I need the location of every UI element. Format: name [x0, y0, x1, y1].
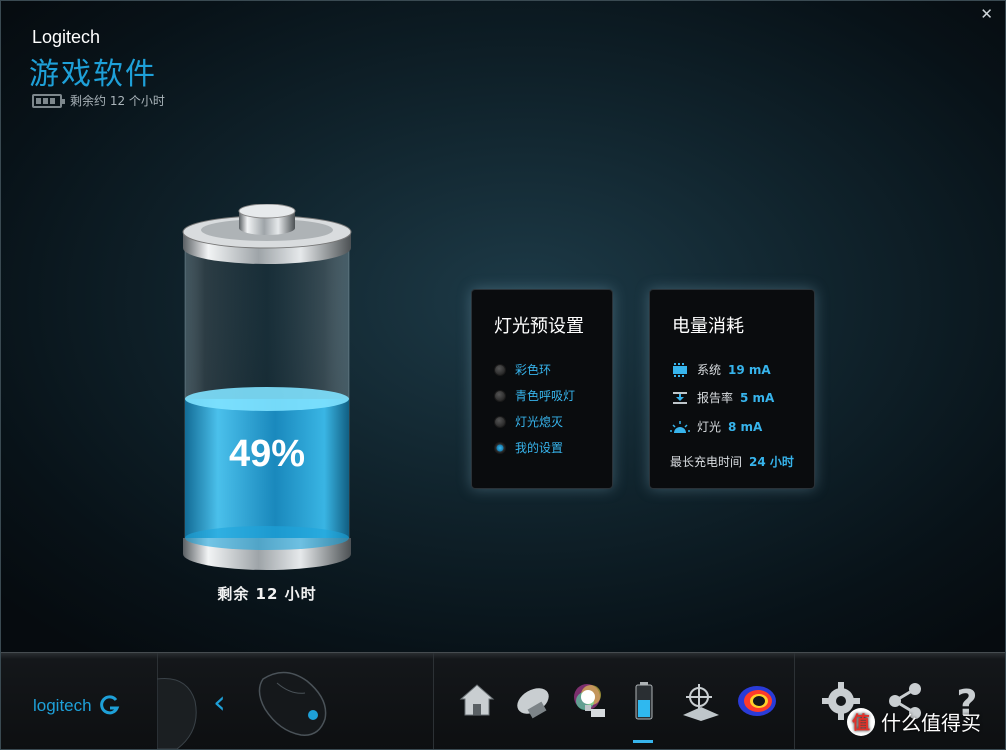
dpi-icon[interactable]	[681, 681, 721, 721]
battery-status: 剩余约 12 个小时	[32, 92, 165, 109]
max-charge-value: 24 小时	[749, 455, 794, 469]
radio-button[interactable]	[494, 415, 506, 428]
previous-device-arrow-icon[interactable]: ‹	[213, 683, 226, 721]
previous-device-image[interactable]	[157, 671, 202, 750]
preset-option-my-settings[interactable]: 我的设置	[494, 439, 563, 456]
battery-fill-surface	[185, 386, 349, 411]
battery-illustration: 49%	[182, 204, 352, 570]
power-row-value: 19 mA	[728, 362, 771, 377]
home-icon[interactable]	[457, 681, 497, 721]
report-rate-icon	[673, 391, 687, 404]
power-row-value: 8 mA	[728, 419, 763, 434]
battery-icon[interactable]	[625, 681, 665, 721]
power-panel-title: 电量消耗	[672, 316, 744, 337]
brand-name: Logitech	[32, 27, 101, 47]
app-window: ✕ Logitech 游戏软件 剩余约 12 个小时 49% 剩余 12 小时 …	[0, 0, 1006, 750]
watermark: 值 什么值得买	[847, 707, 981, 736]
lighting-panel-title: 灯光预设置	[494, 316, 584, 337]
battery-percent: 49%	[229, 433, 305, 475]
battery-remaining-text: 剩余 12 小时	[217, 585, 317, 603]
power-row-label: 灯光	[697, 420, 722, 434]
max-charge-row: 最长充电时间 24 小时	[670, 453, 794, 470]
logo-text: logitech	[33, 696, 92, 715]
preset-option-lights-off[interactable]: 灯光熄灭	[494, 413, 563, 430]
watermark-text: 什么值得买	[881, 711, 981, 735]
active-tab-indicator	[633, 740, 653, 743]
mouse-device-image[interactable]	[255, 667, 333, 739]
page-title: 游戏软件	[29, 57, 157, 92]
logitech-logo: logitech	[33, 695, 120, 717]
battery-status-text: 剩余约 12 个小时	[70, 94, 165, 108]
radio-button-selected[interactable]	[494, 441, 506, 454]
close-button[interactable]: ✕	[980, 5, 993, 23]
watermark-logo: 值	[847, 707, 875, 736]
power-consumption-panel: 电量消耗 系统 19 mA 报告率 5 mA 灯光 8 mA 最长充电时间 24…	[649, 289, 815, 489]
power-row-report-rate: 报告率 5 mA	[670, 389, 774, 406]
preset-option-label: 我的设置	[515, 441, 564, 455]
power-row-label: 系统	[697, 363, 722, 377]
heatmap-icon[interactable]	[737, 681, 777, 721]
power-row-label: 报告率	[697, 391, 734, 405]
preset-option-color-cycle[interactable]: 彩色环	[494, 361, 551, 378]
radio-button[interactable]	[494, 363, 506, 376]
power-row-system: 系统 19 mA	[670, 361, 771, 378]
lighting-icon[interactable]	[569, 681, 609, 721]
g-logo-icon	[99, 695, 119, 715]
power-row-value: 5 mA	[740, 390, 775, 405]
light-icon	[670, 420, 690, 433]
preset-option-label: 灯光熄灭	[515, 415, 564, 429]
lighting-preset-panel: 灯光预设置 彩色环 青色呼吸灯 灯光熄灭 我的设置	[471, 289, 613, 489]
preset-option-label: 彩色环	[515, 363, 552, 377]
chip-icon	[673, 362, 687, 377]
mouse-buttons-icon[interactable]	[513, 681, 553, 721]
radio-button[interactable]	[494, 389, 506, 402]
preset-option-cyan-breathing[interactable]: 青色呼吸灯	[494, 387, 575, 404]
preset-option-label: 青色呼吸灯	[515, 389, 576, 403]
power-row-lighting: 灯光 8 mA	[670, 418, 762, 435]
max-charge-label: 最长充电时间	[670, 455, 743, 469]
battery-small-icon	[32, 93, 65, 108]
